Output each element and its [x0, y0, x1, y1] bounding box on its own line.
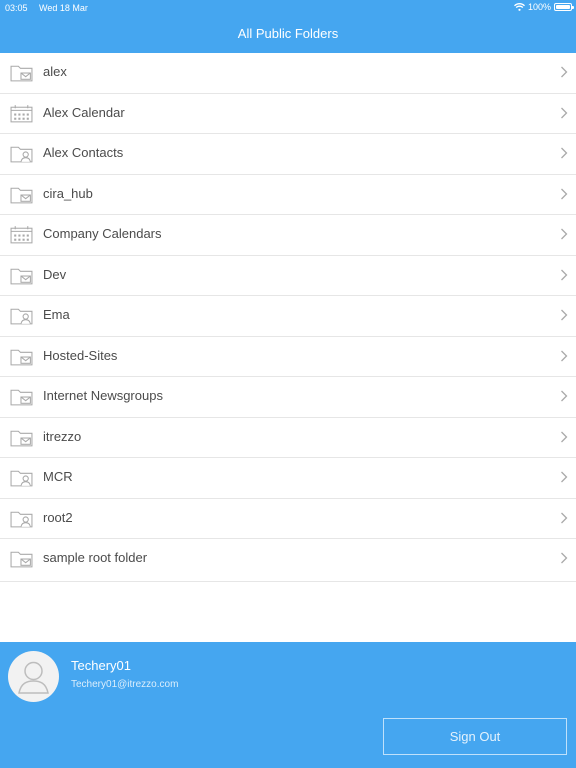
list-item[interactable]: Company Calendars: [0, 215, 576, 256]
status-date: Wed 18 Mar: [39, 3, 88, 13]
chevron-right-icon: [561, 188, 568, 199]
chevron-right-icon: [561, 66, 568, 78]
calendar-folder-icon: [10, 104, 33, 122]
list-item-label: Dev: [43, 266, 67, 282]
mail-folder-icon: [10, 268, 33, 284]
chevron-right-icon: [561, 471, 568, 483]
list-item[interactable]: Alex Contacts: [0, 134, 576, 175]
list-item[interactable]: Internet Newsgroups: [0, 377, 576, 418]
list-item[interactable]: root2: [0, 499, 576, 539]
list-item-label: root2: [43, 509, 73, 525]
user-email: Techery01@itrezzo.com: [71, 679, 179, 690]
status-time: 03:05: [5, 3, 28, 13]
chevron-right-icon: [561, 350, 568, 361]
user-icon: [18, 661, 49, 694]
list-item[interactable]: sample root folder: [0, 539, 576, 582]
list-item[interactable]: Alex Calendar: [0, 94, 576, 134]
status-bar: 03:05 Wed 18 Mar 100%: [0, 0, 576, 15]
mail-folder-icon: [10, 389, 33, 406]
list-item-label: Ema: [43, 307, 70, 322]
account-panel: Techery01 Techery01@itrezzo.com Sign Out: [0, 642, 576, 768]
contacts-folder-icon: [10, 146, 33, 163]
mail-folder-icon: [10, 187, 33, 203]
list-item[interactable]: cira_hub: [0, 175, 576, 215]
chevron-right-icon: [561, 107, 568, 118]
battery-percent: 100%: [527, 2, 551, 12]
chevron-right-icon: [561, 512, 568, 523]
user-name: Techery01: [71, 658, 131, 673]
list-item-label: itrezzo: [43, 428, 82, 444]
list-item[interactable]: alex: [0, 53, 576, 94]
sign-out-button[interactable]: Sign Out: [383, 718, 567, 755]
wifi-icon: [514, 3, 525, 11]
list-item[interactable]: itrezzo: [0, 418, 576, 458]
chevron-right-icon: [561, 390, 568, 402]
mail-folder-icon: [10, 349, 33, 365]
list-item-label: MCR: [43, 469, 73, 484]
folder-list: alex Alex Calendar Alex Contacts cira_hub Co…: [0, 53, 576, 582]
list-item-label: Internet Newsgroups: [43, 388, 163, 403]
list-item-label: Alex Calendar: [43, 104, 125, 120]
chevron-right-icon: [561, 269, 568, 280]
list-item[interactable]: MCR: [0, 458, 576, 499]
chevron-right-icon: [561, 309, 568, 321]
page-title: All Public Folders: [237, 26, 339, 41]
avatar: [8, 651, 59, 702]
mail-folder-icon: [10, 430, 33, 446]
mail-folder-icon: [10, 551, 33, 568]
list-item-label: cira_hub: [43, 185, 93, 201]
list-item-label: Company Calendars: [43, 226, 162, 241]
list-item-label: sample root folder: [43, 550, 148, 565]
contacts-folder-icon: [10, 511, 33, 527]
list-item[interactable]: Dev: [0, 256, 576, 296]
chevron-right-icon: [561, 552, 568, 564]
calendar-folder-icon: [10, 226, 33, 244]
top-bar: 03:05 Wed 18 Mar 100% All Public Folders: [0, 0, 576, 53]
list-item[interactable]: Hosted-Sites: [0, 337, 576, 377]
chevron-right-icon: [561, 147, 568, 159]
list-item[interactable]: Ema: [0, 296, 576, 337]
chevron-right-icon: [561, 431, 568, 442]
chevron-right-icon: [561, 228, 568, 240]
list-item-label: Alex Contacts: [43, 145, 124, 160]
contacts-folder-icon: [10, 308, 33, 325]
list-item-label: alex: [43, 64, 67, 79]
mail-folder-icon: [10, 65, 33, 82]
battery-icon: [554, 3, 574, 11]
status-right: 100%: [514, 2, 574, 12]
list-item-label: Hosted-Sites: [43, 347, 118, 363]
contacts-folder-icon: [10, 470, 33, 487]
